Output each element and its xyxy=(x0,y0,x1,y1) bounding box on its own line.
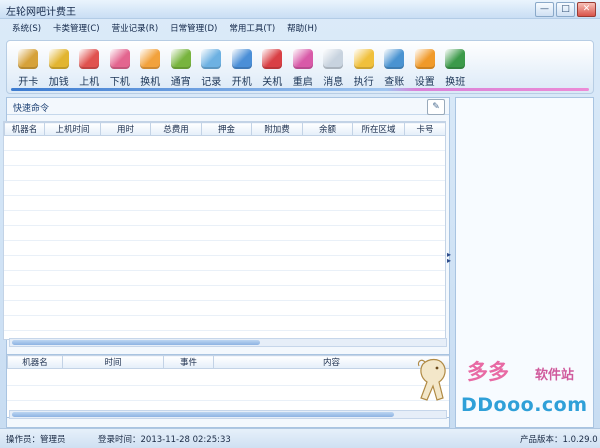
toolbar-button-card-open[interactable]: 开卡 xyxy=(13,45,44,91)
watermark: 多多 软件站 DDooo.com xyxy=(405,352,595,426)
expand-arrow-icon[interactable]: ▸ ▸ xyxy=(447,251,451,265)
app-window: 左轮网吧计费王 — □ ✕ 系统(S) 卡类管理(C) 营业记录(R) 日常管理… xyxy=(0,0,600,448)
toolbar-button-label: 关机 xyxy=(262,77,283,88)
column-header[interactable]: 用时 xyxy=(100,122,151,136)
column-header[interactable]: 机器名 xyxy=(7,355,63,369)
toolbar-button-label: 换机 xyxy=(140,77,161,88)
scrollbar-thumb[interactable] xyxy=(12,340,260,345)
toolbar-button-label: 查账 xyxy=(384,77,405,88)
watermark-brand-cn: 多多 xyxy=(467,359,509,384)
column-header[interactable]: 押金 xyxy=(201,122,252,136)
toolbar-button-shift-change[interactable]: 换班 xyxy=(440,45,471,91)
audit-icon xyxy=(384,49,405,69)
event-table-body xyxy=(7,371,449,409)
machine-table[interactable]: 机器名 上机时间 用时 总费用 押金 附加费 余额 所在区域 卡号 xyxy=(3,121,446,340)
execute-icon xyxy=(353,49,374,69)
window-title: 左轮网吧计费王 xyxy=(6,7,76,18)
menu-daily-management[interactable]: 日常管理(D) xyxy=(164,19,223,37)
login-icon xyxy=(79,49,100,69)
message-icon xyxy=(323,49,344,69)
power-on-icon xyxy=(231,49,252,69)
toolbar-button-label: 设置 xyxy=(414,77,435,88)
horse-logo-icon xyxy=(417,358,446,401)
toolbar-button-execute[interactable]: 执行 xyxy=(349,45,380,91)
column-header[interactable]: 附加费 xyxy=(251,122,303,136)
toolbar-button-label: 执行 xyxy=(353,77,374,88)
column-header[interactable]: 余额 xyxy=(302,122,353,136)
menu-business-records[interactable]: 营业记录(R) xyxy=(106,19,165,37)
money-add-icon xyxy=(48,49,69,69)
toolbar-button-audit[interactable]: 查账 xyxy=(379,45,410,91)
menu-bar: 系统(S) 卡类管理(C) 营业记录(R) 日常管理(D) 常用工具(T) 帮助… xyxy=(0,19,600,37)
toolbar-button-label: 加钱 xyxy=(48,77,69,88)
version-status: 产品版本：1.0.29.0 xyxy=(520,435,598,445)
toolbar-button-logout[interactable]: 下机 xyxy=(105,45,136,91)
toolbar-button-label: 换班 xyxy=(445,77,466,88)
toolbar-button-message[interactable]: 消息 xyxy=(318,45,349,91)
column-header[interactable]: 机器名 xyxy=(4,122,45,136)
toolbar-button-record[interactable]: 记录 xyxy=(196,45,227,91)
toolbar-button-swap-machine[interactable]: 换机 xyxy=(135,45,166,91)
toolbar-button-login[interactable]: 上机 xyxy=(74,45,105,91)
status-bar: 操作员：管理员 登录时间：2013-11-28 02:25:33 产品版本：1.… xyxy=(0,428,600,448)
main-toolbar: 开卡 加钱 上机 下机 换机 通宵 记录 开机 关机 重启 消息 执行 查账 设置 换班 xyxy=(6,40,594,94)
record-icon xyxy=(201,49,222,69)
menu-system[interactable]: 系统(S) xyxy=(6,19,47,37)
settings-gear-icon xyxy=(414,49,435,69)
column-header[interactable]: 卡号 xyxy=(404,122,445,136)
swap-machine-icon xyxy=(140,49,161,69)
toolbar-button-label: 记录 xyxy=(201,77,222,88)
toolbar-button-label: 重启 xyxy=(292,77,313,88)
title-bar: 左轮网吧计费王 — □ ✕ xyxy=(0,0,600,19)
toolbar-button-label: 消息 xyxy=(323,77,344,88)
toolbar-button-label: 开机 xyxy=(231,77,252,88)
column-header[interactable]: 事件 xyxy=(163,355,214,369)
event-table-header: 机器名 时间 事件 内容 xyxy=(7,355,449,369)
shift-change-icon xyxy=(445,49,466,69)
login-time-status: 登录时间：2013-11-28 02:25:33 xyxy=(98,435,231,445)
toolbar-button-power-off[interactable]: 关机 xyxy=(257,45,288,91)
card-open-icon xyxy=(18,49,39,69)
quick-command-label: 快速命令 xyxy=(13,104,50,114)
operator-status: 操作员：管理员 xyxy=(6,435,66,445)
power-off-icon xyxy=(262,49,283,69)
minimize-button[interactable]: — xyxy=(535,2,554,17)
event-table-hscrollbar[interactable] xyxy=(9,410,447,419)
toolbar-button-label: 开卡 xyxy=(18,77,39,88)
toolbar-button-settings-gear[interactable]: 设置 xyxy=(410,45,441,91)
column-header[interactable]: 时间 xyxy=(62,355,164,369)
toolbar-button-power-on[interactable]: 开机 xyxy=(227,45,258,91)
maximize-button[interactable]: □ xyxy=(556,2,575,17)
machine-table-hscrollbar[interactable] xyxy=(9,338,447,347)
toolbar-button-money-add[interactable]: 加钱 xyxy=(44,45,75,91)
quick-command-bar: 快速命令 ✎ xyxy=(7,98,449,115)
column-header[interactable]: 所在区域 xyxy=(352,122,405,136)
menu-card-management[interactable]: 卡类管理(C) xyxy=(47,19,106,37)
watermark-brand-cn-sub: 软件站 xyxy=(535,368,575,383)
toolbar-button-label: 上机 xyxy=(79,77,100,88)
event-log-table[interactable]: 机器名 时间 事件 内容 xyxy=(6,354,450,418)
logout-icon xyxy=(109,49,130,69)
machine-table-header: 机器名 上机时间 用时 总费用 押金 附加费 余额 所在区域 卡号 xyxy=(4,122,445,136)
menu-help[interactable]: 帮助(H) xyxy=(281,19,323,37)
restart-icon xyxy=(292,49,313,69)
menu-common-tools[interactable]: 常用工具(T) xyxy=(223,19,281,37)
toolbar-accent-strip xyxy=(11,88,589,91)
quick-command-tools-icon[interactable]: ✎ xyxy=(427,99,445,115)
scrollbar-thumb[interactable] xyxy=(12,412,394,417)
column-header[interactable]: 上机时间 xyxy=(44,122,101,136)
column-header[interactable]: 总费用 xyxy=(150,122,202,136)
toolbar-button-label: 下机 xyxy=(109,77,130,88)
machine-table-body xyxy=(4,136,445,339)
close-button[interactable]: ✕ xyxy=(577,2,596,17)
toolbar-button-overnight[interactable]: 通宵 xyxy=(166,45,197,91)
watermark-brand-en: DDooo.com xyxy=(461,394,588,416)
overnight-icon xyxy=(170,49,191,69)
toolbar-button-label: 通宵 xyxy=(170,77,191,88)
toolbar-button-restart[interactable]: 重启 xyxy=(288,45,319,91)
